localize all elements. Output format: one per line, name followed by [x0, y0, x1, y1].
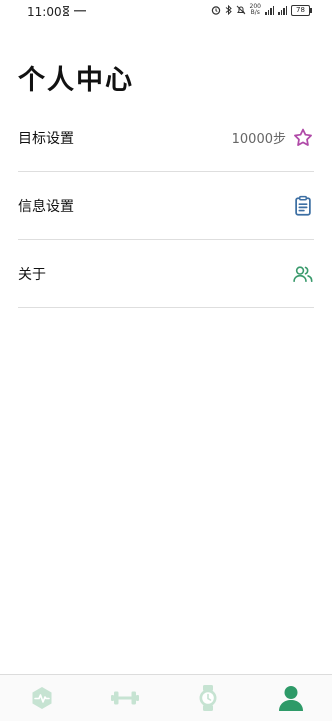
- bottom-tab-bar: [0, 674, 332, 721]
- battery-icon: 78: [291, 4, 312, 16]
- net-speed: 200 B/s: [250, 4, 261, 16]
- net-speed-unit: B/s: [250, 9, 260, 16]
- menu-item-right: 10000步: [232, 127, 314, 149]
- mute-bell-icon: [236, 5, 245, 15]
- tab-profile[interactable]: [271, 680, 311, 716]
- hourglass-icon: [62, 6, 70, 16]
- star-icon: [292, 127, 314, 149]
- tab-workout[interactable]: [105, 680, 145, 716]
- alarm-icon: [211, 6, 220, 15]
- status-right-icons: 200 B/s 78: [211, 4, 312, 16]
- person-icon: [278, 686, 303, 711]
- users-icon: [292, 263, 314, 285]
- status-left-icons: [62, 6, 86, 16]
- menu-item-info-settings[interactable]: 信息设置: [18, 172, 314, 240]
- signal-icon: [265, 5, 274, 15]
- menu-item-label: 关于: [18, 266, 46, 283]
- settings-menu: 目标设置 10000步 信息设置 关于: [18, 104, 314, 308]
- heart-rate-icon: [32, 687, 51, 709]
- menu-item-label: 目标设置: [18, 130, 74, 147]
- page-title: 个人中心: [18, 65, 134, 96]
- bluetooth-icon: [225, 5, 232, 15]
- status-time: 11:00: [27, 5, 62, 19]
- menu-item-about[interactable]: 关于: [18, 240, 314, 308]
- clipboard-icon: [292, 195, 314, 217]
- step-goal-value: 10000步: [231, 132, 286, 147]
- status-bar: 11:00 200 B/s 78: [0, 0, 332, 26]
- tab-heart-rate[interactable]: [22, 680, 62, 716]
- watch-icon: [199, 685, 216, 711]
- menu-item-label: 信息设置: [18, 198, 74, 215]
- menu-item-goal-settings[interactable]: 目标设置 10000步: [18, 104, 314, 172]
- signal-icon-2: [278, 5, 287, 15]
- dots-icon: [74, 10, 86, 12]
- dumbbell-icon: [110, 691, 139, 705]
- tab-watch[interactable]: [188, 680, 228, 716]
